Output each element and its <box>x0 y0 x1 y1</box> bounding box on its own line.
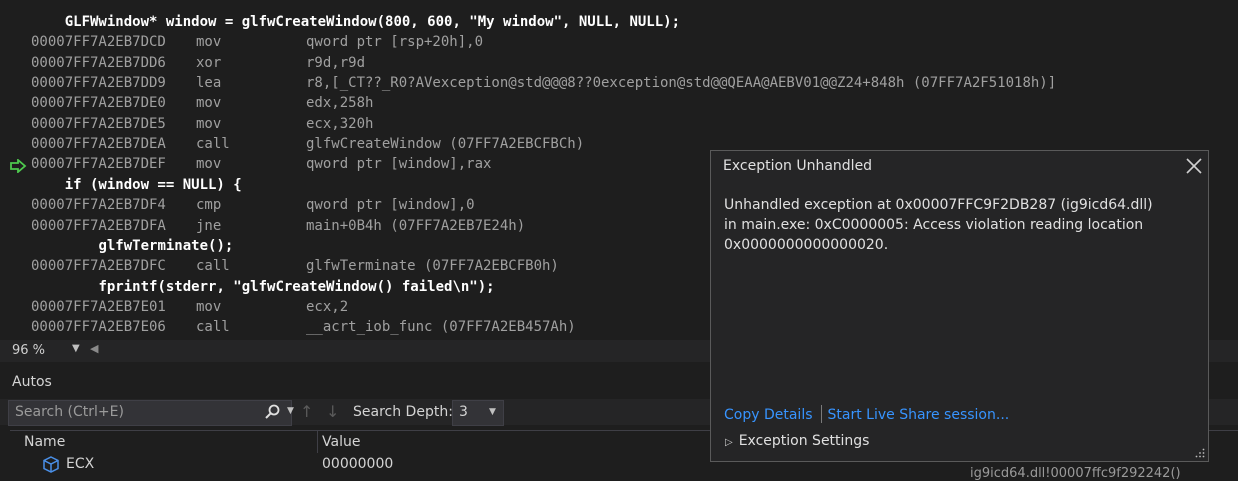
assembly-line[interactable]: 00007FF7A2EB7DFA jne main+0B4h (07FF7A2EB7… <box>31 216 525 236</box>
instruction-operands: glfwCreateWindow (07FF7A2EBCFBCh) <box>306 136 585 153</box>
chevron-down-icon: ▼ <box>489 407 496 417</box>
instruction-mnemonic: jne <box>196 217 222 234</box>
instruction-address: 00007FF7A2EB7DFC <box>31 258 166 275</box>
close-icon[interactable] <box>1185 157 1203 175</box>
instruction-mnemonic: mov <box>196 95 222 112</box>
source-code-text: glfwTerminate(); <box>98 237 234 254</box>
instruction-address: 00007FF7A2EB7DEF <box>31 156 166 173</box>
instruction-address: 00007FF7A2EB7DD9 <box>31 75 166 92</box>
search-depth-select[interactable]: 3 ▼ <box>452 400 504 426</box>
search-previous-icon[interactable]: ↑ <box>300 402 313 421</box>
source-code-text: if (window == NULL) { <box>64 176 242 193</box>
assembly-line[interactable]: 00007FF7A2EB7DD9 lea r8,[_CT??_R0?AVexcept… <box>31 73 1056 93</box>
assembly-line[interactable]: 00007FF7A2EB7E06 call __acrt_iob_func (07F… <box>31 317 576 337</box>
link-divider <box>820 405 822 423</box>
scroll-left-icon[interactable]: ◀ <box>90 342 98 355</box>
autos-title: Autos <box>12 374 52 390</box>
search-next-icon[interactable]: ↓ <box>326 402 339 421</box>
instruction-mnemonic: call <box>196 136 230 153</box>
instruction-operands: edx,258h <box>306 95 374 112</box>
variable-value[interactable]: 00000000 <box>322 456 393 472</box>
instruction-mnemonic: call <box>196 258 230 275</box>
variable-name: ECX <box>66 456 95 472</box>
instruction-operands: __acrt_iob_func (07FF7A2EB457Ah) <box>306 319 576 336</box>
column-divider[interactable] <box>317 431 318 453</box>
instruction-mnemonic: mov <box>196 298 222 315</box>
instruction-operands: qword ptr [rsp+20h],0 <box>306 34 484 51</box>
source-line[interactable]: fprintf(stderr, "glfwCreateWindow() fail… <box>31 277 495 297</box>
instruction-operands: r8,[_CT??_R0?AVexception@std@@@8??0excep… <box>306 75 1057 92</box>
search-placeholder: Search (Ctrl+E) <box>15 404 124 420</box>
call-stack-frame[interactable]: ig9icd64.dll!00007ffc9f292242() <box>970 466 1181 481</box>
instruction-address: 00007FF7A2EB7E06 <box>31 319 166 336</box>
column-header-value[interactable]: Value <box>322 434 360 450</box>
instruction-operands: ecx,2 <box>306 298 349 315</box>
copy-details-link[interactable]: Copy Details <box>724 407 813 423</box>
instruction-mnemonic: mov <box>196 34 222 51</box>
cube-icon <box>43 456 59 473</box>
chevron-down-icon[interactable]: ▼ <box>287 406 294 416</box>
assembly-line[interactable]: 00007FF7A2EB7DD6 xor r9d,r9d <box>31 53 365 73</box>
assembly-line[interactable]: 00007FF7A2EB7DE5 mov ecx,320h <box>31 114 373 134</box>
source-line[interactable]: GLFWwindow* window = glfwCreateWindow(80… <box>31 12 680 32</box>
instruction-operands: glfwTerminate (07FF7A2EBCFB0h) <box>306 258 559 275</box>
search-input[interactable]: Search (Ctrl+E) ▼ <box>8 400 294 426</box>
search-depth-label: Search Depth: <box>353 404 453 420</box>
instruction-operands: qword ptr [window],rax <box>306 156 492 173</box>
instruction-mnemonic: call <box>196 319 230 336</box>
instruction-mnemonic: cmp <box>196 197 222 214</box>
assembly-line[interactable]: 00007FF7A2EB7DEA call glfwCreateWindow (07… <box>31 134 584 154</box>
instruction-operands: main+0B4h (07FF7A2EB7E24h) <box>306 217 526 234</box>
instruction-address: 00007FF7A2EB7DE0 <box>31 95 166 112</box>
resize-grip-icon[interactable] <box>1195 448 1205 458</box>
source-code-text: fprintf(stderr, "glfwCreateWindow() fail… <box>98 278 495 295</box>
instruction-operands: ecx,320h <box>306 115 374 132</box>
assembly-line[interactable]: 00007FF7A2EB7DFC call glfwTerminate (07FF7… <box>31 256 559 276</box>
source-code-text: GLFWwindow* window = glfwCreateWindow(80… <box>64 14 681 30</box>
chevron-down-icon[interactable]: ▼ <box>72 343 80 354</box>
assembly-line[interactable]: 00007FF7A2EB7DF4 cmp qword ptr [window],0 <box>31 195 475 215</box>
exception-popup: Exception Unhandled Unhandled exception … <box>710 150 1209 462</box>
assembly-line[interactable]: 00007FF7A2EB7DCD mov qword ptr [rsp+20h],0 <box>31 32 483 52</box>
exception-settings-toggle[interactable]: ▷ Exception Settings <box>725 433 869 449</box>
exception-links: Copy Details Start Live Share session... <box>724 405 1009 423</box>
instruction-address: 00007FF7A2EB7E01 <box>31 298 166 315</box>
instruction-mnemonic: xor <box>196 54 222 71</box>
search-icon[interactable] <box>264 404 280 420</box>
live-share-link[interactable]: Start Live Share session... <box>828 407 1010 423</box>
instruction-mnemonic: mov <box>196 115 222 132</box>
chevron-right-icon: ▷ <box>725 437 733 448</box>
zoom-level[interactable]: 96 % <box>12 343 45 358</box>
assembly-line[interactable]: 00007FF7A2EB7E01 mov ecx,2 <box>31 297 348 317</box>
instruction-address: 00007FF7A2EB7DE5 <box>31 115 166 132</box>
exception-title: Exception Unhandled <box>723 158 873 174</box>
source-line[interactable]: if (window == NULL) { <box>31 175 242 195</box>
instruction-address: 00007FF7A2EB7DF4 <box>31 197 166 214</box>
instruction-address: 00007FF7A2EB7DFA <box>31 217 166 234</box>
instruction-address: 00007FF7A2EB7DEA <box>31 136 166 153</box>
instruction-operands: qword ptr [window],0 <box>306 197 475 214</box>
assembly-line[interactable]: 00007FF7A2EB7DE0 mov edx,258h <box>31 93 373 113</box>
exception-settings-label: Exception Settings <box>738 433 870 449</box>
column-header-name[interactable]: Name <box>24 434 65 450</box>
instruction-operands: r9d,r9d <box>306 54 366 71</box>
instruction-address: 00007FF7A2EB7DCD <box>31 34 166 51</box>
assembly-line[interactable]: 00007FF7A2EB7DEF mov qword ptr [window],ra… <box>31 154 491 174</box>
instruction-mnemonic: mov <box>196 156 222 173</box>
instruction-mnemonic: lea <box>196 75 222 92</box>
search-depth-value: 3 <box>459 404 468 420</box>
next-statement-arrow-icon <box>10 159 27 173</box>
instruction-address: 00007FF7A2EB7DD6 <box>31 54 166 71</box>
source-line[interactable]: glfwTerminate(); <box>31 236 233 256</box>
exception-message: Unhandled exception at 0x00007FFC9F2DB28… <box>724 197 1153 253</box>
